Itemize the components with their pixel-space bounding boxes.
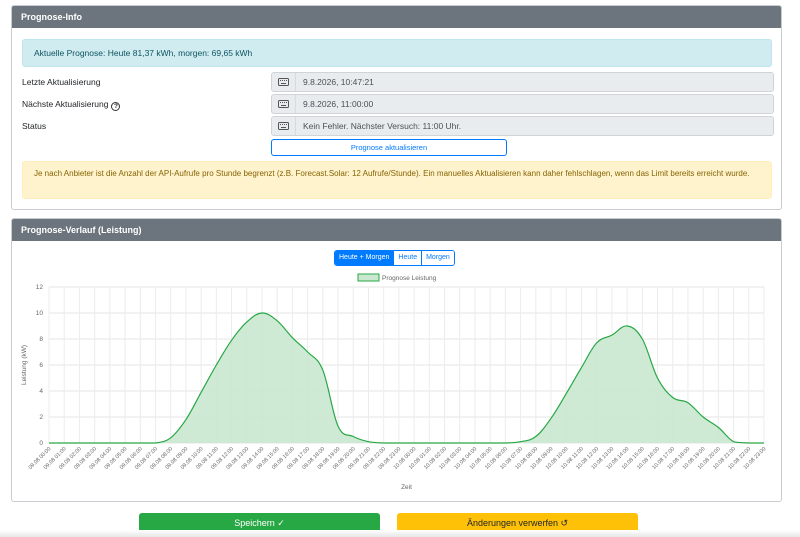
y-tick-label: 12 — [36, 284, 44, 291]
y-tick-label: 10 — [36, 310, 44, 317]
keyboard-icon — [272, 73, 296, 91]
api-limit-warning: Je nach Anbieter ist die Anzahl der API-… — [22, 161, 772, 199]
keyboard-icon — [272, 95, 296, 113]
series-area — [49, 312, 764, 443]
range-button-group: Heute + Morgen Heute Morgen — [334, 250, 455, 266]
help-icon[interactable]: ? — [111, 102, 121, 111]
legend-swatch — [357, 273, 380, 282]
prognose-info-card: Prognose-Info Aktuelle Prognose: Heute 8… — [11, 5, 782, 210]
x-axis-title: Zeit — [401, 484, 412, 491]
legend-label: Prognose Leistung — [382, 275, 437, 282]
range-today-tomorrow-button[interactable]: Heute + Morgen — [335, 251, 394, 265]
y-tick-label: 2 — [39, 414, 43, 421]
footer-divider — [0, 530, 800, 537]
status-field: Kein Fehler. Nächster Versuch: 11:00 Uhr… — [271, 116, 774, 136]
y-tick-label: 6 — [39, 362, 43, 369]
y-tick-label: 4 — [39, 388, 43, 395]
last-update-value: 9.8.2026, 10:47:21 — [303, 77, 374, 87]
next-update-field: 9.8.2026, 11:00:00 — [271, 94, 774, 114]
next-update-value: 9.8.2026, 11:00:00 — [303, 99, 374, 109]
card-title: Prognose-Info — [12, 6, 781, 28]
card-title: Prognose-Verlauf (Leistung) — [12, 219, 781, 241]
next-update-label-text: Nächste Aktualisierung — [22, 99, 109, 109]
forecast-alert: Aktuelle Prognose: Heute 81,37 kWh, morg… — [22, 39, 772, 67]
last-update-label: Letzte Aktualisierung — [22, 77, 101, 87]
status-value: Kein Fehler. Nächster Versuch: 11:00 Uhr… — [303, 121, 462, 131]
last-update-field: 9.8.2026, 10:47:21 — [271, 72, 774, 92]
y-tick-label: 8 — [39, 336, 43, 343]
y-axis-title: Leistung (kW) — [21, 345, 28, 385]
power-forecast-chart: Prognose Leistung02468101209.08 00:0009.… — [21, 273, 767, 491]
refresh-forecast-button[interactable]: Prognose aktualisieren — [271, 139, 507, 156]
forecast-chart-card: Prognose-Verlauf (Leistung) Heute + Morg… — [11, 218, 782, 502]
keyboard-icon — [272, 117, 296, 135]
y-tick-label: 0 — [39, 440, 43, 447]
range-today-button[interactable]: Heute — [393, 251, 422, 265]
next-update-label: Nächste Aktualisierung? — [22, 99, 121, 111]
status-label: Status — [22, 121, 47, 131]
range-tomorrow-button[interactable]: Morgen — [421, 251, 454, 265]
